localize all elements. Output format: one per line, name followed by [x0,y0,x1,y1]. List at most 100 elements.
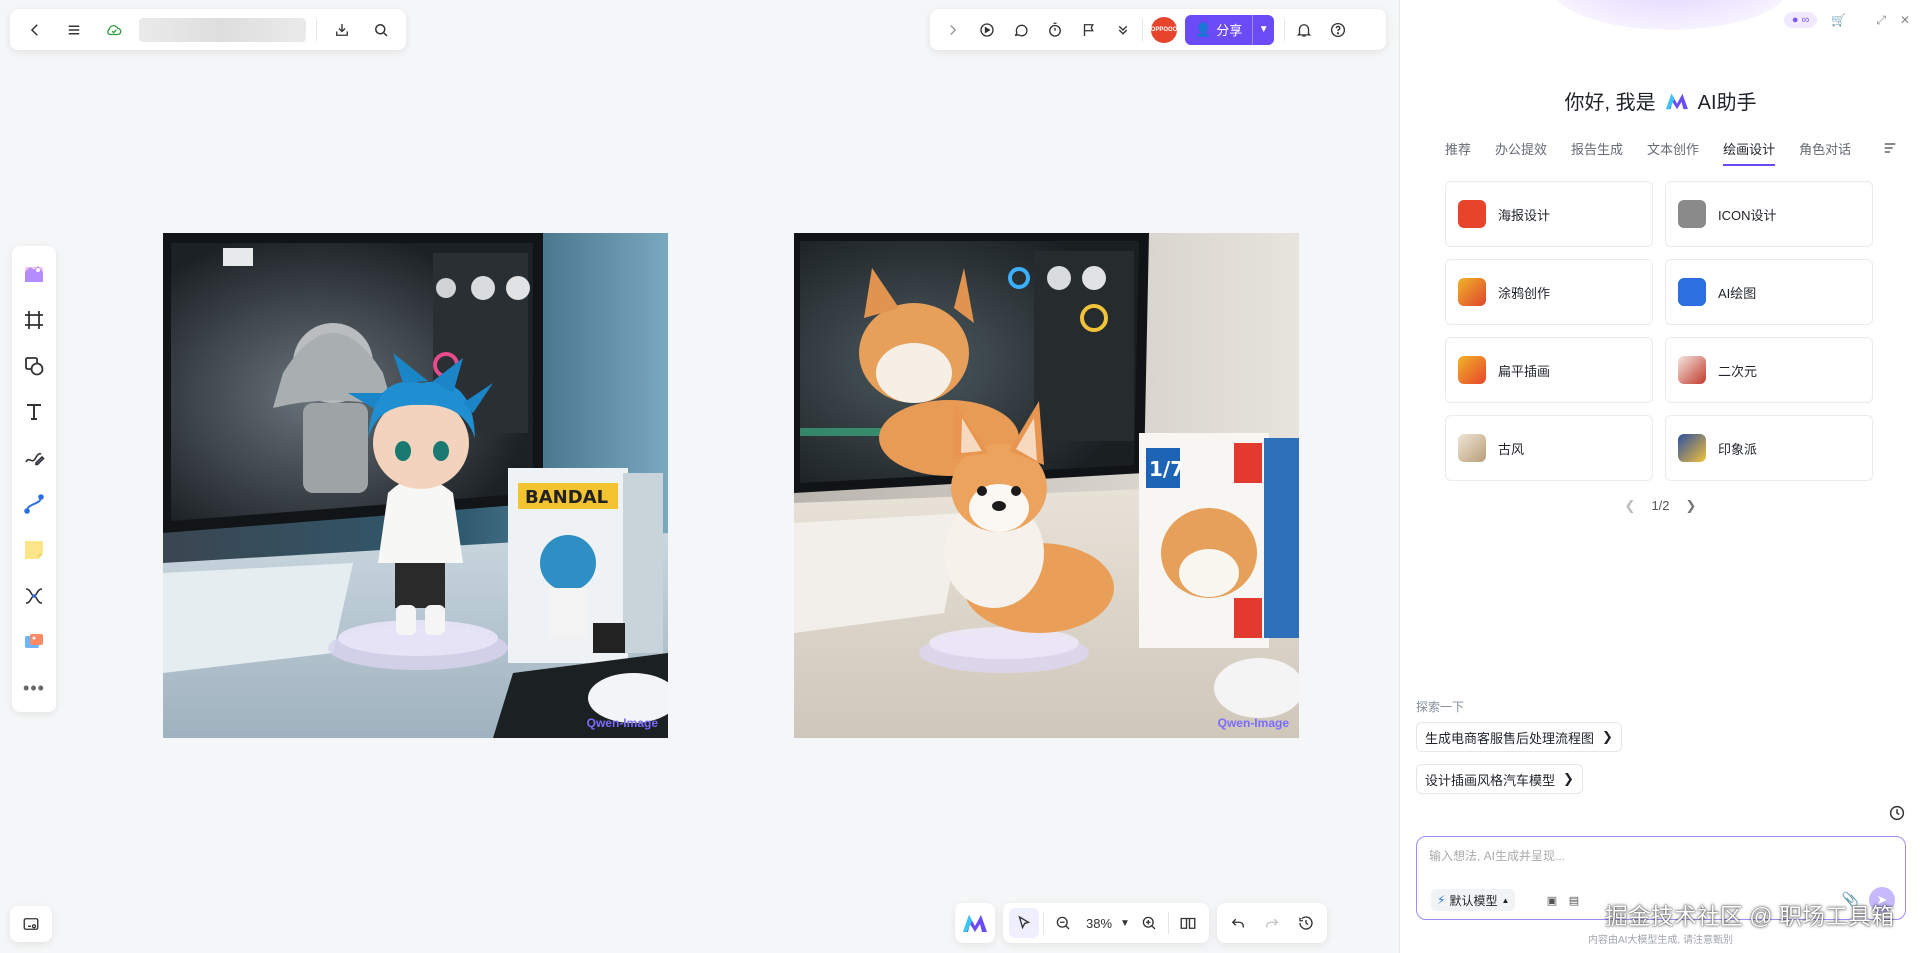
card-doodle[interactable]: 涂鸦创作 [1445,259,1653,325]
card-label: ICON设计 [1718,207,1777,223]
chat-history-icon[interactable] [1888,804,1906,827]
corgi-figure-image[interactable]: 1/7 Qwen-Image [794,233,1299,738]
ancient-style-icon [1458,434,1486,462]
history-controls [1216,903,1327,943]
ai-drawing-icon [1678,278,1706,306]
share-label: 分享 [1216,23,1243,38]
card-impressionism[interactable]: 印象派 [1665,415,1873,481]
suggestion-text: 设计插画风格汽车模型 [1425,772,1556,788]
template-ref-icon[interactable]: ▤ [1565,891,1583,909]
book-view-icon[interactable] [1173,908,1203,938]
shape-icon[interactable] [17,350,51,382]
timer-icon[interactable] [1040,15,1070,45]
connector-icon[interactable] [17,488,51,520]
comment-icon[interactable] [1006,15,1036,45]
model-selector[interactable]: ⚡ 默认模型 ▲ [1431,889,1516,911]
chevron-down-icon[interactable]: ▼ [1252,14,1274,45]
doodle-icon [1458,278,1486,306]
anime-figure-image[interactable]: BANDAL Qwen-Image [163,233,668,738]
menu-icon[interactable] [60,15,90,45]
tab-role-chat[interactable]: 角色对话 [1799,139,1851,166]
explore-label: 探索一下 [1416,700,1465,714]
whiteboard-canvas[interactable]: OPPOOO 👤 分享 ▼ ••• BANDAL Qwen-Image 1/7 … [0,0,1398,953]
minimap-toggle-button[interactable] [10,906,52,942]
bottom-toolbar: 38% ▼ [955,903,1327,943]
card-label: 扁平插画 [1498,363,1551,379]
suggestion-chip[interactable]: 生成电商客服售后处理流程图 ❯ [1416,722,1622,752]
tab-writing[interactable]: 文本创作 [1647,139,1699,166]
card-poster-design[interactable]: 海报设计 [1445,181,1653,247]
greeting-prefix: 你好, 我是 [1564,92,1656,114]
feature-card-grid: 海报设计 ICON设计 涂鸦创作 AI绘图 扁平插画 二次元 古风 印象派 [1445,181,1875,481]
card-label: 海报设计 [1498,207,1551,223]
ai-logo-icon [963,915,987,932]
document-title-field[interactable] [138,17,306,42]
image-ref-icon[interactable]: ▣ [1543,891,1561,909]
template-icon[interactable] [17,258,51,290]
vote-flag-icon[interactable] [1074,15,1104,45]
tab-office[interactable]: 办公提效 [1495,139,1547,166]
more-tools-icon[interactable]: ••• [17,672,51,704]
card-label: 古风 [1498,441,1525,457]
expand-arrow-icon[interactable] [938,15,968,45]
anime-icon [1678,356,1706,384]
ai-logo-icon [1665,93,1688,109]
more-double-chevron-icon[interactable] [1108,15,1138,45]
zoom-out-icon[interactable] [1048,908,1078,938]
tab-painting-design[interactable]: 绘画设计 [1723,139,1776,166]
vip-badge[interactable]: ● ∞ [1783,12,1818,28]
version-history-icon[interactable] [1291,908,1321,938]
undo-icon[interactable] [1223,908,1253,938]
help-icon[interactable] [1323,15,1353,45]
greeting-name: AI助手 [1697,92,1757,114]
chevron-right-icon: ❯ [1602,729,1613,744]
avatar[interactable]: OPPOOO [1151,16,1177,43]
prompt-input[interactable] [1429,847,1879,871]
share-button[interactable]: 👤 分享 ▼ [1185,14,1275,45]
tab-recommend[interactable]: 推荐 [1445,139,1471,166]
fullscreen-icon[interactable]: ⤢ [1876,13,1886,28]
text-icon[interactable] [17,396,51,428]
zoom-controls: 38% ▼ [1003,903,1209,943]
svg-text:BANDAL: BANDAL [525,487,608,508]
bell-icon[interactable] [1289,15,1319,45]
zoom-level[interactable]: 38% [1082,916,1116,931]
ai-disclaimer: 内容由AI大模型生成, 请注意甄别 [1587,935,1733,946]
search-icon[interactable] [366,15,396,45]
zoom-in-icon[interactable] [1134,908,1164,938]
overlay-watermark: 掘金技术社区 @ 职场工具箱 [1604,903,1894,929]
close-icon[interactable]: ✕ [1900,13,1910,27]
mindmap-icon[interactable] [17,580,51,612]
cart-icon[interactable]: 🛒 [1831,13,1846,27]
prev-page-icon[interactable]: ❮ [1625,498,1636,514]
image-upload-icon[interactable] [17,626,51,658]
tab-menu-icon[interactable] [1882,140,1898,161]
suggestion-text: 生成电商客服售后处理流程图 [1425,730,1595,746]
divider [1142,18,1143,41]
redo-icon[interactable] [1257,908,1287,938]
ai-assistant-launcher[interactable] [955,903,995,943]
select-cursor-icon[interactable] [1009,908,1039,938]
back-icon[interactable] [20,15,50,45]
pen-icon[interactable] [17,442,51,474]
zoom-dropdown-chevron-icon[interactable]: ▼ [1120,918,1130,929]
present-play-icon[interactable] [972,15,1002,45]
next-page-icon[interactable]: ❯ [1686,498,1697,514]
cloud-sync-icon[interactable] [99,15,129,45]
card-anime[interactable]: 二次元 [1665,337,1873,403]
card-label: 涂鸦创作 [1498,285,1551,301]
card-flat-illustration[interactable]: 扁平插画 [1445,337,1653,403]
card-ai-drawing[interactable]: AI绘图 [1665,259,1873,325]
sticky-note-icon[interactable] [17,534,51,566]
suggestion-chip[interactable]: 设计插画风格汽车模型 ❯ [1416,764,1583,794]
header-glow [1550,0,1790,30]
card-pager: ❮ 1/2 ❯ [1400,498,1920,514]
lightning-icon: ⚡ [1437,893,1446,907]
tab-report[interactable]: 报告生成 [1571,139,1623,166]
card-icon-design[interactable]: ICON设计 [1665,181,1873,247]
card-ancient-style[interactable]: 古风 [1445,415,1653,481]
flat-illustration-icon [1458,356,1486,384]
download-icon[interactable] [327,15,357,45]
category-tabs: 推荐 办公提效 报告生成 文本创作 绘画设计 角色对话 [1445,139,1885,166]
frame-icon[interactable] [17,304,51,336]
